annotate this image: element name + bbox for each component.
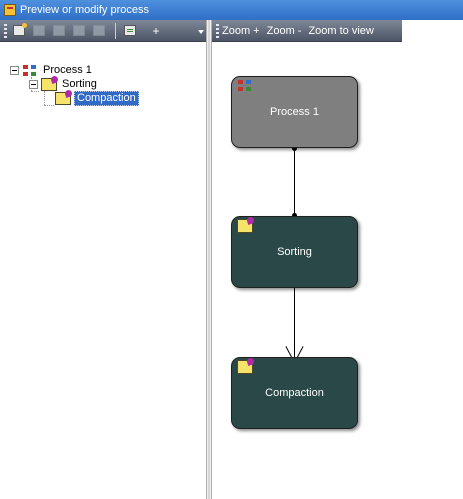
zoom-out-button[interactable]: Zoom - [267, 25, 302, 37]
cut-icon [53, 25, 65, 36]
process-icon [237, 79, 253, 93]
toolbar-overflow-icon[interactable] [198, 30, 204, 38]
tree-line [44, 91, 45, 105]
tree-item-label: Process 1 [43, 63, 92, 76]
add-button[interactable]: + [149, 24, 163, 38]
node-sorting[interactable]: Sorting [231, 216, 358, 288]
window-title: Preview or modify process [20, 4, 149, 16]
zoom-in-button[interactable]: Zoom + [222, 25, 260, 37]
step-icon [55, 91, 71, 105]
paste-button[interactable] [70, 23, 88, 39]
step-icon [237, 219, 253, 233]
node-label: Process 1 [270, 106, 319, 118]
node-process[interactable]: Process 1 [231, 76, 358, 148]
zoom-toolbar: Zoom + Zoom - Zoom to view [212, 20, 402, 42]
step-icon [237, 360, 253, 374]
collapse-icon[interactable] [10, 65, 19, 75]
tree-item-label: Sorting [62, 77, 97, 90]
new-process-button[interactable] [10, 23, 28, 39]
process-tree-pane: + Process 1 Sorting Compaction [0, 20, 206, 499]
arrow-head-icon [289, 345, 300, 356]
add-step-button[interactable] [121, 23, 139, 39]
copy-icon [33, 25, 45, 36]
diagram-pane: Zoom + Zoom - Zoom to view Process 1 Sor… [212, 20, 463, 499]
step-icon [41, 77, 57, 91]
undo-icon [93, 25, 105, 36]
connector-line [294, 148, 295, 216]
toolbar-grip[interactable] [216, 23, 219, 38]
tree-item-label: Compaction [74, 90, 139, 106]
cut-button[interactable] [50, 23, 68, 39]
paste-icon [73, 25, 85, 36]
app-icon [4, 4, 16, 16]
toolbar-separator [115, 22, 116, 39]
node-label: Sorting [277, 246, 312, 258]
add-step-icon [124, 25, 136, 36]
collapse-icon[interactable] [29, 79, 38, 89]
copy-button[interactable] [30, 23, 48, 39]
tree-toolbar: + [0, 20, 206, 42]
title-bar: Preview or modify process [0, 0, 463, 20]
undo-button[interactable] [90, 23, 108, 39]
zoom-to-view-button[interactable]: Zoom to view [308, 25, 373, 37]
toolbar-grip[interactable] [4, 23, 7, 38]
tree-item-process[interactable]: Process 1 [10, 63, 94, 77]
new-process-icon [13, 23, 27, 36]
process-icon [22, 63, 38, 77]
tree-item-compaction[interactable]: Compaction [55, 90, 139, 106]
tree-line [44, 105, 54, 106]
node-compaction[interactable]: Compaction [231, 357, 358, 429]
node-label: Compaction [265, 387, 324, 399]
tree-line [31, 91, 39, 92]
tree-item-sorting[interactable]: Sorting [29, 77, 99, 91]
